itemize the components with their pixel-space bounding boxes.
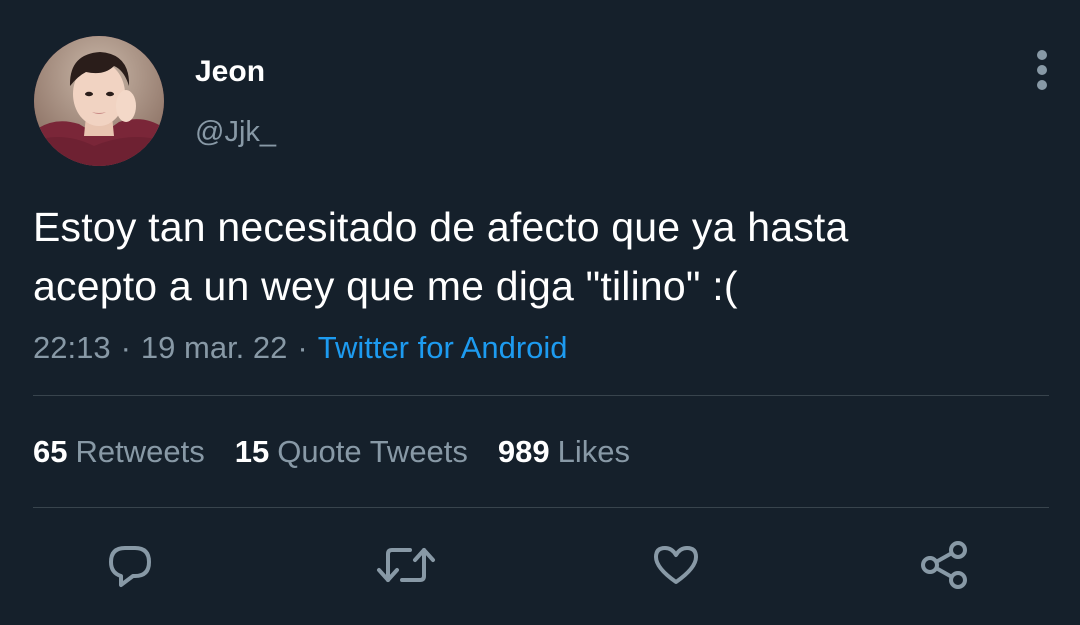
quote-tweets-stat[interactable]: 15 Quote Tweets — [235, 432, 468, 472]
likes-stat[interactable]: 989 Likes — [498, 432, 630, 472]
reply-button[interactable] — [104, 540, 156, 590]
tweet-text-line: Estoy tan necesitado de afecto que ya ha… — [33, 204, 849, 250]
share-button[interactable] — [918, 540, 970, 590]
likes-label: Likes — [557, 434, 631, 469]
quote-tweets-count: 15 — [234, 434, 270, 469]
user-handle[interactable]: @Jjk_ — [195, 114, 276, 150]
likes-count: 989 — [497, 434, 550, 469]
more-dot-icon — [1037, 50, 1047, 60]
tweet-metadata: 22:13 · 19 mar. 22 · Twitter for Android — [33, 328, 568, 368]
divider — [33, 395, 1049, 396]
tweet-date[interactable]: 19 mar. 22 — [141, 330, 287, 365]
display-name[interactable]: Jeon — [195, 54, 265, 90]
avatar[interactable] — [34, 36, 164, 166]
retweet-icon — [377, 548, 435, 582]
retweets-stat[interactable]: 65 Retweets — [33, 432, 205, 472]
retweets-label: Retweets — [75, 434, 205, 469]
quote-tweets-label: Quote Tweets — [277, 434, 468, 469]
tweet-source-link[interactable]: Twitter for Android — [318, 330, 568, 365]
meta-separator: · — [120, 330, 131, 365]
more-dot-icon — [1037, 65, 1047, 75]
more-dot-icon — [1037, 80, 1047, 90]
avatar-image — [34, 36, 164, 166]
tweet-text-line: acepto a un wey que me diga "tilino" :( — [33, 263, 738, 309]
retweet-button[interactable] — [376, 540, 435, 590]
tweet-text: Estoy tan necesitado de afecto que ya ha… — [33, 198, 1033, 316]
tweet-detail: Jeon @Jjk_ Estoy tan necesitado de afect… — [0, 0, 1080, 625]
engagement-stats: 65 Retweets 15 Quote Tweets 989 Likes — [33, 432, 660, 472]
retweets-count: 65 — [33, 434, 68, 469]
meta-separator: · — [297, 330, 308, 365]
share-icon — [921, 541, 967, 589]
heart-icon — [654, 546, 698, 584]
more-options-button[interactable] — [1026, 46, 1058, 94]
reply-icon — [109, 546, 151, 587]
divider — [33, 507, 1049, 508]
tweet-time[interactable]: 22:13 — [33, 330, 111, 365]
like-button[interactable] — [650, 540, 702, 590]
